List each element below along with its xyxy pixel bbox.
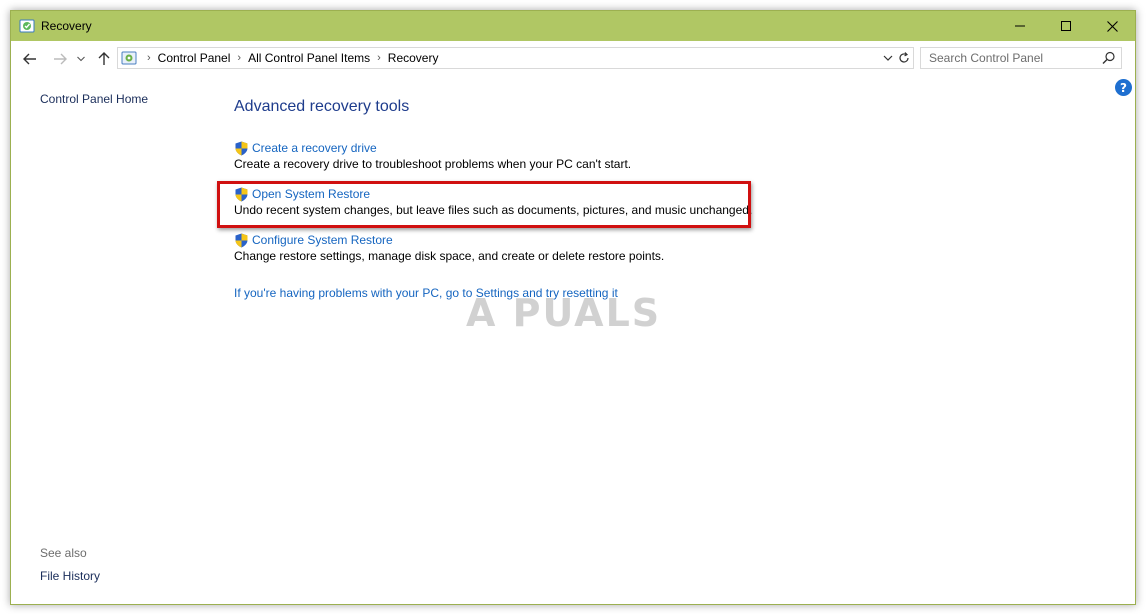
navigation-bar: › Control Panel › All Control Panel Item… — [11, 41, 1135, 77]
highlight-box — [217, 181, 751, 228]
task-description: Change restore settings, manage disk spa… — [234, 249, 665, 263]
refresh-icon — [899, 52, 909, 63]
chevron-down-icon — [883, 55, 893, 61]
refresh-button[interactable] — [897, 51, 911, 65]
up-button[interactable] — [95, 50, 113, 68]
breadcrumb-recovery[interactable]: Recovery — [388, 51, 439, 65]
back-arrow-icon — [23, 53, 36, 65]
help-icon[interactable]: ? — [1115, 79, 1132, 96]
task-configure-system-restore: Configure System Restore Change restore … — [234, 232, 664, 263]
forward-button[interactable] — [51, 50, 69, 68]
breadcrumb: › Control Panel › All Control Panel Item… — [140, 51, 438, 65]
search-box[interactable] — [920, 47, 1122, 69]
breadcrumb-all-items[interactable]: All Control Panel Items — [248, 51, 370, 65]
forward-arrow-icon — [54, 53, 67, 65]
title-bar[interactable]: Recovery — [11, 11, 1135, 41]
recent-locations-button[interactable] — [75, 50, 87, 68]
maximize-button[interactable] — [1043, 11, 1089, 41]
up-arrow-icon — [98, 52, 110, 65]
uac-shield-icon — [235, 141, 248, 155]
task-description: Create a recovery drive to troubleshoot … — [234, 157, 632, 171]
file-history-link[interactable]: File History — [40, 569, 100, 583]
breadcrumb-separator-icon[interactable]: › — [237, 52, 241, 64]
breadcrumb-control-panel[interactable]: Control Panel — [158, 51, 231, 65]
maximize-icon — [1061, 21, 1071, 31]
close-button[interactable] — [1089, 11, 1135, 41]
address-dropdown-button[interactable] — [881, 51, 895, 65]
task-create-recovery-drive: Create a recovery drive Create a recover… — [234, 140, 631, 171]
create-recovery-drive-link[interactable]: Create a recovery drive — [252, 141, 377, 155]
chevron-down-icon — [77, 56, 85, 62]
close-icon — [1106, 20, 1118, 32]
minimize-icon — [1015, 25, 1025, 27]
minimize-button[interactable] — [997, 11, 1043, 41]
recovery-window: Recovery › Control Panel › All Control P… — [10, 10, 1136, 605]
breadcrumb-separator-icon[interactable]: › — [377, 52, 381, 64]
search-input[interactable] — [921, 48, 1101, 68]
recovery-app-icon — [19, 18, 35, 34]
window-title: Recovery — [41, 19, 92, 33]
configure-system-restore-link[interactable]: Configure System Restore — [252, 233, 393, 247]
page-title: Advanced recovery tools — [234, 98, 410, 115]
search-icon[interactable] — [1102, 51, 1116, 65]
control-panel-icon — [121, 50, 137, 66]
address-bar[interactable]: › Control Panel › All Control Panel Item… — [117, 47, 914, 69]
control-panel-home-link[interactable]: Control Panel Home — [40, 92, 148, 106]
back-button[interactable] — [21, 50, 39, 68]
appuals-watermark: A PUALS — [466, 291, 662, 335]
breadcrumb-separator-icon: › — [147, 52, 151, 64]
see-also-label: See also — [40, 546, 87, 560]
uac-shield-icon — [235, 233, 248, 247]
